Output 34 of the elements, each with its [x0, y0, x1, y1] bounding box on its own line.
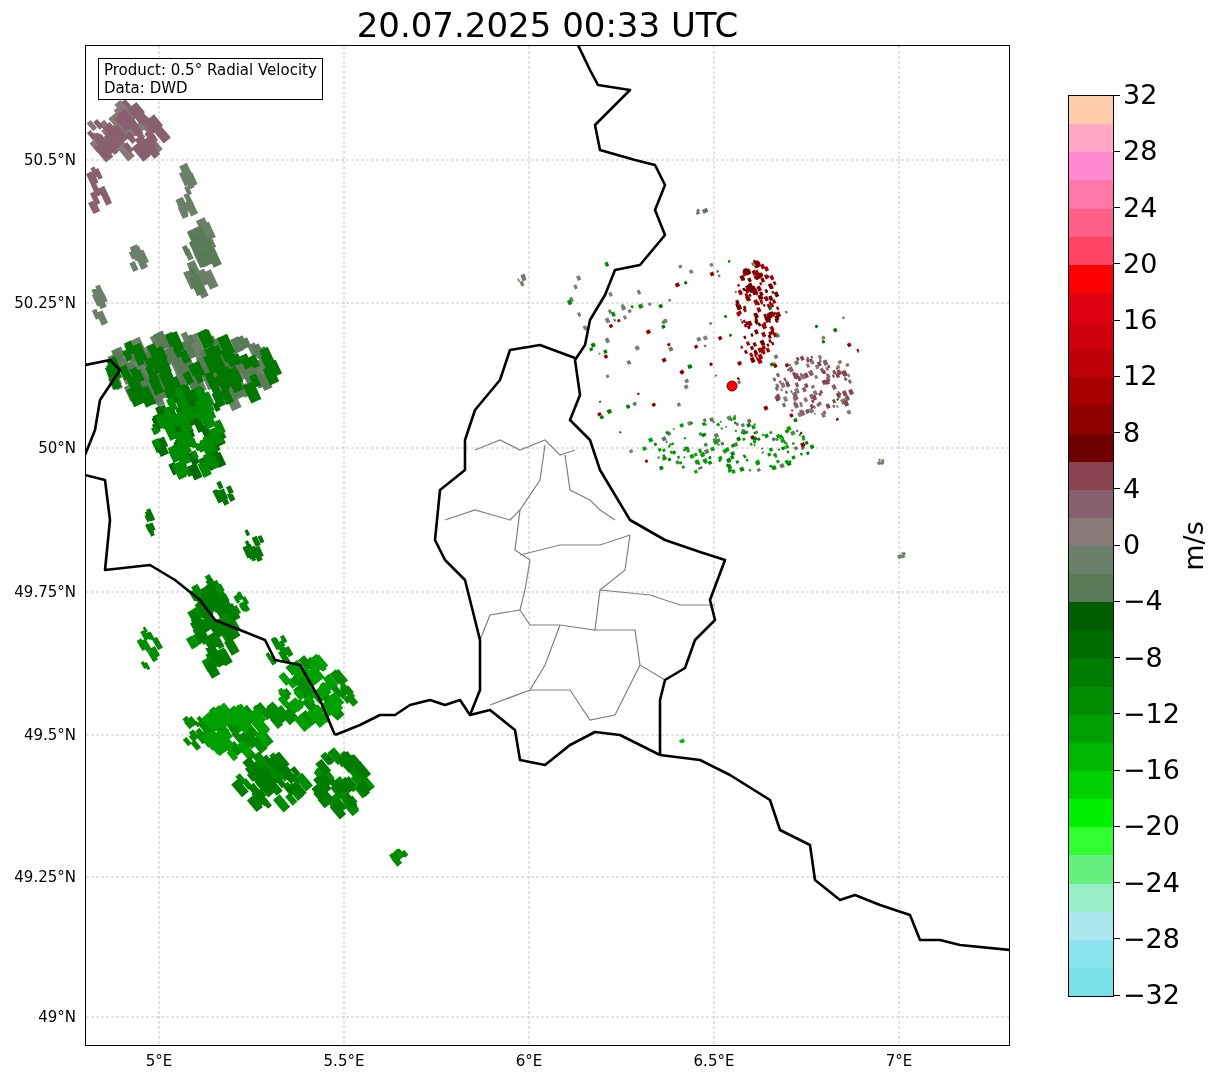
colorbar-label: m/s: [1179, 521, 1209, 571]
radar-site-marker: [726, 380, 738, 392]
colorbar-tick-label: 16: [1123, 305, 1158, 335]
colorbar-tick-label: −28: [1123, 923, 1180, 954]
latitude-label: 50.25°N: [14, 294, 76, 312]
colorbar-tick-label: 32: [1123, 80, 1158, 110]
longitude-label: 7°E: [885, 1052, 913, 1070]
latitude-label: 50°N: [38, 439, 76, 457]
colorbar-tick-label: 20: [1123, 248, 1158, 279]
colorbar-tick-label: 28: [1123, 136, 1158, 167]
longitude-label: 6°E: [515, 1052, 543, 1070]
colorbar-tick-label: 4: [1123, 473, 1141, 504]
info-text: Data: DWD: [104, 79, 189, 97]
latitude-label: 49.25°N: [14, 868, 76, 886]
colorbar-tick-label: −16: [1123, 755, 1180, 785]
colorbar-tick-label: 12: [1123, 361, 1158, 392]
colorbar-tick-label: 0: [1123, 530, 1141, 560]
colorbar-tick-label: −12: [1123, 698, 1180, 729]
latitude-label: 49.75°N: [14, 583, 76, 601]
colorbar-tick-label: 8: [1123, 417, 1141, 448]
colorbar-tick-label: −8: [1123, 642, 1163, 673]
colorbar-tick-label: −32: [1123, 980, 1180, 1010]
chart-title: 20.07.2025 00:33 UTC: [356, 5, 739, 45]
longitude-label: 6.5°E: [693, 1052, 735, 1070]
longitude-label: 5°E: [145, 1052, 173, 1070]
latitude-label: 50.5°N: [23, 151, 76, 169]
colorbar-tick-label: −24: [1123, 867, 1180, 898]
colorbar-tick-label: −4: [1123, 586, 1163, 617]
longitude-label: 5.5°E: [323, 1052, 365, 1070]
colorbar-tick-label: −20: [1123, 811, 1180, 842]
latitude-label: 49.5°N: [23, 726, 76, 744]
latitude-label: 49°N: [38, 1008, 76, 1026]
info-text: Product: 0.5° Radial Velocity: [104, 61, 317, 79]
colorbar-tick-label: 24: [1123, 192, 1158, 223]
